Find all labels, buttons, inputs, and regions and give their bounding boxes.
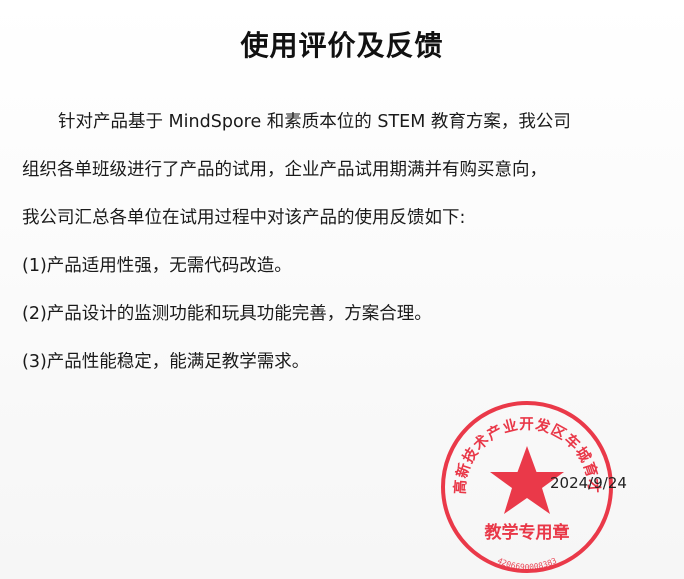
document-title: 使用评价及反馈: [240, 29, 444, 62]
document-page: 使用评价及反馈 针对产品基于 MindSpore 和素质本位的 STEM 教育方…: [0, 0, 684, 579]
intro-line-2: 组织各单班级进行了产品的试用，企业产品试用期满并有购买意向，: [22, 160, 547, 180]
seal-center-text: 教学专用章: [484, 522, 570, 543]
intro-line-1: 针对产品基于 MindSpore 和素质本位的 STEM 教育方案，我公司: [58, 112, 571, 132]
feedback-item-3: (3)产品性能稳定，能满足教学需求。: [22, 352, 310, 372]
intro-paragraph: 针对产品基于 MindSpore 和素质本位的 STEM 教育方案，我公司 组织…: [22, 98, 662, 242]
feedback-item-1: (1)产品适用性强，无需代码改造。: [22, 256, 292, 276]
signature-date: 2024/9/24: [550, 474, 627, 492]
intro-line-3: 我公司汇总各单位在试用过程中对该产品的使用反馈如下:: [22, 208, 466, 228]
feedback-item-2: (2)产品设计的监测功能和玩具功能完善，方案合理。: [22, 304, 432, 324]
feedback-list: (1)产品适用性强，无需代码改造。 (2)产品设计的监测功能和玩具功能完善，方案…: [22, 242, 432, 386]
